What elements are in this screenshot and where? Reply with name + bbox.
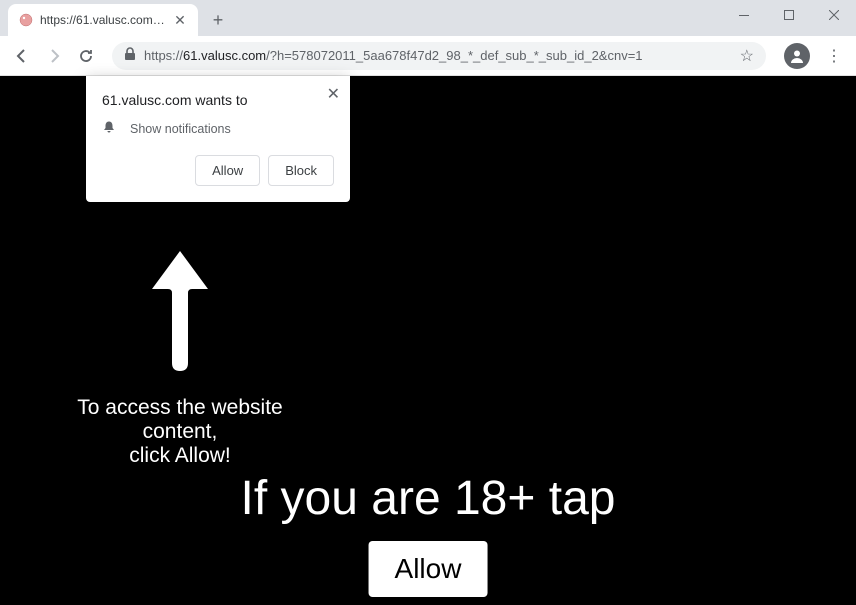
popup-close-icon[interactable]: ✕ [327,84,340,104]
page-allow-button[interactable]: Allow [369,541,488,597]
new-tab-button[interactable]: + [204,6,232,34]
popup-message: Show notifications [130,122,231,136]
tab-title: https://61.valusc.com/?h=57807... [40,13,166,27]
popup-buttons: Allow Block [102,155,334,186]
tab-favicon [18,12,34,28]
window-controls [721,0,856,30]
url-domain: 61.valusc.com [183,48,266,63]
back-button[interactable] [8,42,36,70]
age-verification-text: If you are 18+ tap [0,471,856,526]
instruction-text: To access the website content, click All… [50,396,310,468]
popup-body: Show notifications [102,120,334,137]
lock-icon [124,47,136,64]
browser-tab[interactable]: https://61.valusc.com/?h=57807... ✕ [8,4,198,36]
instruction-line1: To access the website content, [77,396,282,443]
profile-icon[interactable] [784,43,810,69]
close-button[interactable] [811,0,856,30]
maximize-button[interactable] [766,0,811,30]
kebab-menu-icon[interactable]: ⋮ [820,46,848,66]
browser-titlebar: https://61.valusc.com/?h=57807... ✕ + [0,0,856,36]
page-content: ✕ 61.valusc.com wants to Show notificati… [0,76,856,605]
url-prefix: https:// [144,48,183,63]
browser-toolbar: https://61.valusc.com/?h=578072011_5aa67… [0,36,856,76]
popup-title: 61.valusc.com wants to [102,92,334,108]
notification-permission-popup: ✕ 61.valusc.com wants to Show notificati… [86,76,350,202]
url-path: /?h=578072011_5aa678f47d2_98_*_def_sub_*… [266,48,642,63]
notification-block-button[interactable]: Block [268,155,334,186]
url-text: https://61.valusc.com/?h=578072011_5aa67… [144,48,732,63]
arrow-up-icon [140,241,220,386]
reload-button[interactable] [72,42,100,70]
minimize-button[interactable] [721,0,766,30]
address-bar[interactable]: https://61.valusc.com/?h=578072011_5aa67… [112,42,766,70]
bell-icon [102,120,116,137]
bookmark-star-icon[interactable]: ☆ [740,46,754,66]
tab-close-icon[interactable]: ✕ [172,12,188,28]
forward-button[interactable] [40,42,68,70]
notification-allow-button[interactable]: Allow [195,155,260,186]
instruction-line2: click Allow! [129,444,231,467]
